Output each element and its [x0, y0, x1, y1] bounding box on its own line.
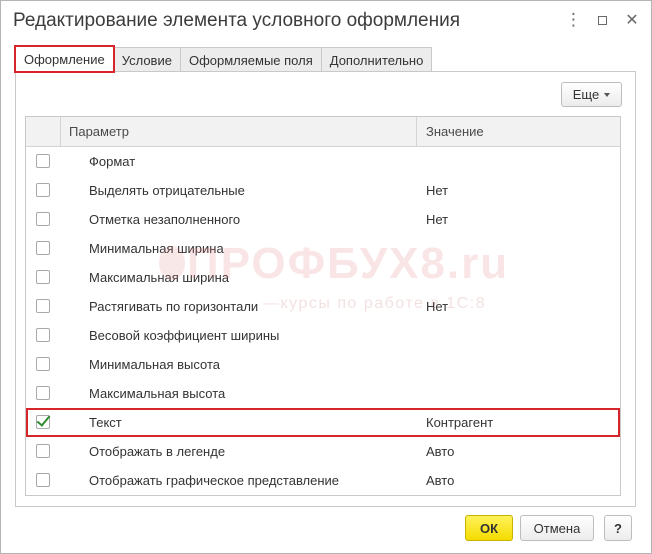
checkbox[interactable] [36, 154, 50, 168]
checkbox[interactable] [36, 212, 50, 226]
maximize-square-icon [597, 15, 607, 25]
checkbox[interactable] [36, 444, 50, 458]
parameters-table: Параметр Значение Формат Выделять отрицат… [25, 116, 621, 496]
checkbox[interactable] [36, 473, 50, 487]
tab-bar: Оформление Условие Оформляемые поля Допо… [14, 45, 433, 73]
help-button[interactable]: ? [604, 515, 632, 541]
chevron-down-icon [604, 92, 611, 97]
header-value[interactable]: Значение [417, 117, 484, 147]
table-row[interactable]: Отображать в легенде Авто [26, 437, 620, 466]
header-checkbox-column [26, 117, 61, 147]
checkbox[interactable] [36, 386, 50, 400]
row-param: Отметка незаполненного [89, 212, 241, 227]
table-row[interactable]: Растягивать по горизонтали Нет [26, 292, 620, 321]
table-row[interactable]: Минимальная ширина [26, 234, 620, 263]
checkbox[interactable] [36, 183, 50, 197]
row-value[interactable]: Авто [426, 466, 454, 495]
table-row[interactable]: Формат [26, 147, 620, 176]
header-param[interactable]: Параметр [61, 117, 417, 147]
row-param: Минимальная высота [89, 357, 220, 372]
more-options-icon[interactable]: ⋮ [562, 9, 584, 31]
more-button-label: Еще [572, 87, 600, 102]
row-param: Выделять отрицательные [89, 183, 245, 198]
tab-formatted-fields[interactable]: Оформляемые поля [179, 47, 322, 72]
row-value[interactable]: Нет [426, 205, 448, 234]
close-icon[interactable]: ✕ [621, 9, 643, 31]
dialog-window: Редактирование элемента условного оформл… [0, 0, 652, 554]
row-param: Отображать графическое представление [89, 473, 340, 488]
table-row[interactable]: Выделять отрицательные Нет [26, 176, 620, 205]
row-param: Весовой коэффициент ширины [89, 328, 280, 343]
table-row[interactable]: Текст Контрагент [26, 408, 620, 437]
ok-button[interactable]: ОК [465, 515, 513, 541]
checkbox[interactable] [36, 357, 50, 371]
more-button[interactable]: Еще [561, 82, 622, 107]
row-param: Текст [89, 415, 122, 430]
row-value[interactable]: Нет [426, 176, 448, 205]
table-row[interactable]: Максимальная ширина [26, 263, 620, 292]
checkbox[interactable] [36, 241, 50, 255]
maximize-icon[interactable] [591, 9, 613, 31]
table-header: Параметр Значение [26, 117, 620, 147]
tab-condition[interactable]: Условие [112, 47, 181, 72]
row-param: Отображать в легенде [89, 444, 226, 459]
table-row[interactable]: Максимальная высота [26, 379, 620, 408]
row-value[interactable]: Авто [426, 437, 454, 466]
tab-appearance[interactable]: Оформление [14, 45, 115, 73]
table-row[interactable]: Весовой коэффициент ширины [26, 321, 620, 350]
row-param: Растягивать по горизонтали [89, 299, 259, 314]
checkbox-checked[interactable] [36, 415, 50, 429]
row-value[interactable]: Нет [426, 292, 448, 321]
checkbox[interactable] [36, 328, 50, 342]
table-row[interactable]: Минимальная высота [26, 350, 620, 379]
table-body: Формат Выделять отрицательные Нет Отметка н… [26, 147, 620, 495]
checkbox[interactable] [36, 299, 50, 313]
row-value[interactable]: Контрагент [426, 408, 493, 437]
row-param: Формат [89, 154, 136, 169]
dialog-title: Редактирование элемента условного оформл… [13, 10, 461, 31]
row-param: Максимальная ширина [89, 270, 229, 285]
row-param: Минимальная ширина [89, 241, 224, 256]
checkbox[interactable] [36, 270, 50, 284]
table-row[interactable]: Отметка незаполненного Нет [26, 205, 620, 234]
row-param: Максимальная высота [89, 386, 226, 401]
tab-additional[interactable]: Дополнительно [320, 47, 433, 72]
table-row[interactable]: Отображать графическое представление Авто [26, 466, 620, 495]
cancel-button[interactable]: Отмена [520, 515, 594, 541]
